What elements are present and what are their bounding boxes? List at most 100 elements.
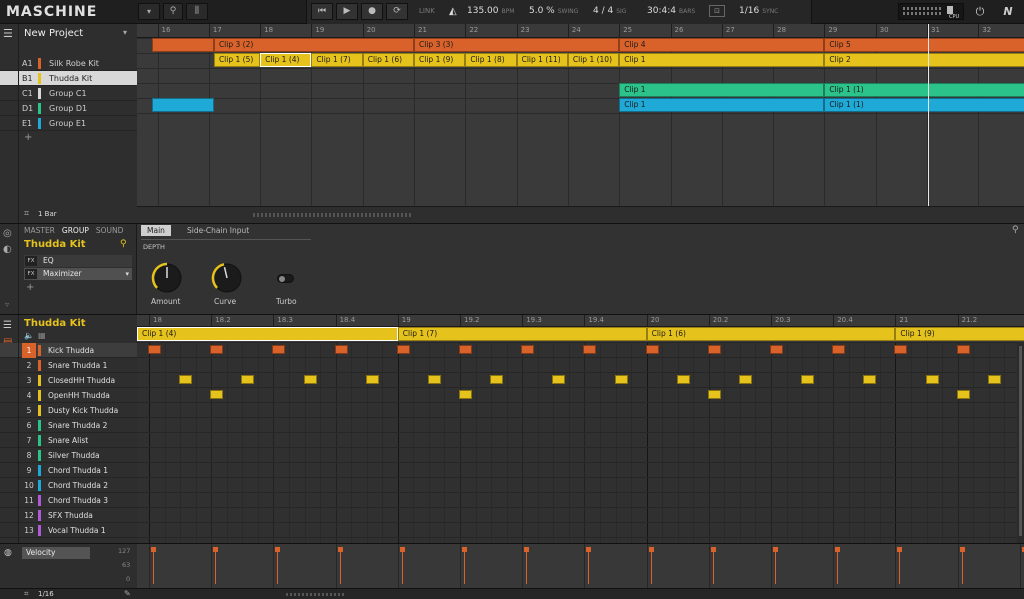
search-icon[interactable]: ⚲ bbox=[163, 3, 183, 20]
menu-chevron-icon[interactable]: ▾ bbox=[138, 3, 160, 20]
group-row-d1[interactable]: D1 Group D1 bbox=[0, 101, 137, 116]
sound-strip-icon[interactable]: ◐ bbox=[3, 244, 12, 255]
sound-row-3[interactable]: 3 ClosedHH Thudda bbox=[0, 373, 137, 388]
note-block[interactable] bbox=[770, 345, 783, 354]
hamburger-icon[interactable]: ☰ bbox=[3, 28, 15, 40]
arranger-grid[interactable]: Clip 3 (2) Clip 3 (3) Clip 4 Clip 5 Clip 1 (… bbox=[137, 38, 1024, 206]
arranger-clip-e1[interactable]: Clip 1 (1) bbox=[824, 98, 1024, 112]
pattern-clip-strip[interactable]: Clip 1 (4) Clip 1 (7) Clip 1 (6) Clip 1 (9) bbox=[137, 327, 1024, 342]
note-block[interactable] bbox=[583, 345, 597, 354]
arranger-clip-a1[interactable]: Clip 3 (2) bbox=[213, 38, 414, 52]
velocity-handle[interactable] bbox=[337, 547, 343, 552]
arranger-clip-a1[interactable]: Clip 5 bbox=[824, 38, 1024, 52]
pad-grid-icon[interactable]: ▦ bbox=[38, 331, 46, 340]
velocity-handle[interactable] bbox=[648, 547, 654, 552]
follow-icon[interactable]: ⊡ bbox=[709, 5, 725, 17]
arranger-clip-b1[interactable]: Clip 1 bbox=[619, 53, 825, 67]
arranger-vscroll[interactable] bbox=[1013, 38, 1019, 206]
velocity-handle[interactable] bbox=[213, 547, 219, 552]
note-block[interactable] bbox=[894, 345, 908, 354]
velocity-lane[interactable] bbox=[137, 544, 1024, 588]
arranger-clip-b1[interactable]: Clip 1 (10) bbox=[567, 53, 620, 67]
note-block[interactable] bbox=[707, 390, 721, 399]
sound-row-5[interactable]: 5 Dusty Kick Thudda bbox=[0, 403, 137, 418]
sound-row-6[interactable]: 6 Snare Thudda 2 bbox=[0, 418, 137, 433]
sound-row-11[interactable]: 11 Chord Thudda 3 bbox=[0, 493, 137, 508]
grid-icon[interactable]: ⌗ bbox=[24, 209, 29, 219]
arranger-scroll-area[interactable] bbox=[137, 206, 1024, 223]
panel-tab-sound[interactable]: SOUND bbox=[96, 226, 124, 235]
group-row-c1[interactable]: C1 Group C1 bbox=[0, 86, 137, 101]
sound-row-13[interactable]: 13 Vocal Thudda 1 bbox=[0, 523, 137, 538]
position-field[interactable]: 30:4:4 BARS bbox=[647, 3, 695, 20]
sound-row-9[interactable]: 9 Chord Thudda 1 bbox=[0, 463, 137, 478]
plugin-search-icon[interactable]: ⚲ bbox=[120, 239, 127, 249]
note-block[interactable] bbox=[832, 345, 846, 354]
pattern-scrollbar[interactable] bbox=[286, 593, 346, 596]
group-row-b1[interactable]: B1 Thudda Kit bbox=[0, 71, 137, 86]
sound-row-10[interactable]: 10 Chord Thudda 2 bbox=[0, 478, 137, 493]
power-icon[interactable]: ⏻ bbox=[968, 3, 992, 20]
signature-field[interactable]: 4 / 4 SIG bbox=[593, 3, 626, 20]
sound-row-4[interactable]: 4 OpenHH Thudda bbox=[0, 388, 137, 403]
pattern-clip[interactable]: Clip 1 (4) bbox=[137, 327, 398, 341]
pattern-clip[interactable]: Clip 1 (9) bbox=[895, 327, 1024, 341]
note-block[interactable] bbox=[241, 375, 255, 384]
loop-button[interactable]: ⟳ bbox=[386, 3, 408, 20]
pencil-icon[interactable]: ✎ bbox=[124, 589, 131, 598]
arranger-clip-a1[interactable]: Clip 4 bbox=[619, 38, 825, 52]
turbo-toggle[interactable] bbox=[277, 274, 294, 283]
sound-row-2[interactable]: 2 Snare Thudda 1 bbox=[0, 358, 137, 373]
plugin-strip-icon[interactable]: ◎ bbox=[3, 228, 12, 239]
group-row-a1[interactable]: A1 Silk Robe Kit bbox=[0, 56, 137, 71]
note-block[interactable] bbox=[863, 375, 877, 384]
fx-badge[interactable]: FX bbox=[25, 269, 37, 279]
project-name[interactable]: New Project bbox=[24, 28, 83, 39]
sound-row-12[interactable]: 12 SFX Thudda bbox=[0, 508, 137, 523]
panel-tab-group[interactable]: GROUP bbox=[62, 226, 89, 235]
note-block[interactable] bbox=[676, 375, 690, 384]
quantize-field[interactable]: 1/16 SYNC bbox=[739, 3, 778, 20]
sound-row-1[interactable]: 1 Kick Thudda bbox=[0, 343, 137, 358]
note-block[interactable] bbox=[521, 345, 535, 354]
note-block[interactable] bbox=[272, 345, 286, 354]
add-plugin-button[interactable]: + bbox=[26, 282, 34, 293]
tempo-field[interactable]: 135.00 BPM bbox=[467, 3, 514, 20]
velocity-handle[interactable] bbox=[835, 547, 841, 552]
velocity-handle[interactable] bbox=[710, 547, 716, 552]
velocity-handle[interactable] bbox=[897, 547, 903, 552]
panel-search-icon[interactable]: ⚲ bbox=[1012, 225, 1019, 235]
pattern-clip[interactable]: Clip 1 (6) bbox=[646, 327, 896, 341]
arranger-ruler[interactable]: 16 17 18 19 20 21 22 23 24 25 26 27 28 29 30 31 32 bbox=[137, 24, 1024, 38]
note-block[interactable] bbox=[210, 345, 224, 354]
arranger-clip-b1[interactable]: Clip 2 bbox=[824, 53, 1024, 67]
panel-tab-master[interactable]: MASTER bbox=[24, 226, 55, 235]
velocity-handle[interactable] bbox=[275, 547, 281, 552]
velocity-selector[interactable]: Velocity bbox=[22, 547, 90, 559]
velocity-handle[interactable] bbox=[151, 547, 156, 552]
tab-main[interactable]: Main bbox=[141, 225, 171, 236]
pattern-clip[interactable]: Clip 1 (7) bbox=[397, 327, 647, 341]
note-block[interactable] bbox=[303, 375, 317, 384]
note-block[interactable] bbox=[459, 390, 472, 399]
automation-icon[interactable]: ◍ bbox=[4, 548, 12, 558]
project-menu-chevron-icon[interactable]: ▾ bbox=[123, 28, 127, 37]
velocity-handle[interactable] bbox=[524, 547, 530, 552]
plugin-slot-maximizer[interactable]: FX Maximizer ▾ bbox=[24, 268, 132, 280]
footer-grid-icon[interactable]: ⌗ bbox=[24, 589, 29, 599]
velocity-handle[interactable] bbox=[773, 547, 778, 552]
fx-badge[interactable]: FX bbox=[25, 256, 37, 266]
arranger-clip-d1[interactable]: Clip 1 (1) bbox=[824, 83, 1024, 97]
arranger-clip-b1[interactable]: Clip 1 (8) bbox=[465, 53, 517, 67]
zoom-label[interactable]: 1 Bar bbox=[38, 210, 57, 218]
metronome-icon[interactable]: ◭ bbox=[449, 4, 461, 19]
note-block[interactable] bbox=[956, 390, 970, 399]
arranger-clip-a1[interactable] bbox=[152, 38, 214, 52]
note-block[interactable] bbox=[179, 375, 193, 384]
note-block[interactable] bbox=[210, 390, 224, 399]
arranger-scrollbar[interactable] bbox=[253, 213, 413, 217]
sound-row-8[interactable]: 8 Silver Thudda bbox=[0, 448, 137, 463]
sound-row-7[interactable]: 7 Snare Alist bbox=[0, 433, 137, 448]
arranger-clip-e1[interactable] bbox=[152, 98, 214, 112]
note-block[interactable] bbox=[707, 345, 721, 354]
